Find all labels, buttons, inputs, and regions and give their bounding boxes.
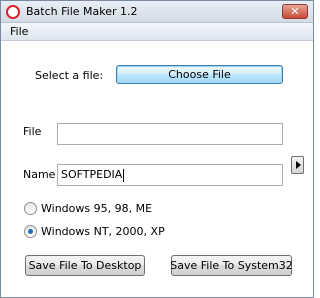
radio-win9x-label: Windows 95, 98, ME [41, 202, 153, 215]
save-to-desktop-button[interactable]: Save File To Desktop [25, 255, 145, 276]
title-bar[interactable]: Batch File Maker 1.2 ✕ [1, 1, 313, 23]
play-arrow-icon [296, 161, 301, 169]
file-label: File [23, 125, 42, 138]
save-to-system32-button[interactable]: Save File To System32 [170, 255, 293, 276]
window-title: Batch File Maker 1.2 [26, 5, 138, 18]
radio-win9x[interactable] [24, 202, 37, 215]
menu-file[interactable]: File [10, 25, 28, 38]
app-window: Batch File Maker 1.2 ✕ File Select a fil… [0, 0, 314, 298]
select-file-label: Select a file: [35, 69, 104, 82]
file-field[interactable] [57, 123, 283, 145]
text-caret [123, 168, 125, 182]
close-button[interactable]: ✕ [282, 4, 308, 19]
name-label: Name [23, 168, 56, 181]
choose-file-button[interactable]: Choose File [116, 65, 283, 84]
menu-bar: File [1, 23, 313, 41]
radio-winnt-label: Windows NT, 2000, XP [41, 225, 165, 238]
radio-winnt[interactable] [24, 225, 37, 238]
name-field-value: SOFTPEDIA [61, 168, 123, 181]
name-field[interactable]: SOFTPEDIA [57, 164, 283, 186]
app-ring-icon [6, 5, 20, 19]
arrow-button[interactable] [291, 156, 304, 174]
